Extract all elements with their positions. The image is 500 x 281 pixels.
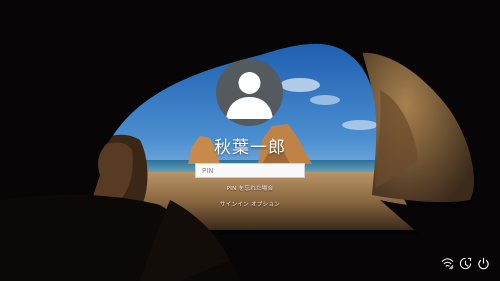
user-avatar <box>216 59 283 126</box>
ease-of-access-icon <box>459 257 471 269</box>
power-icon <box>477 257 489 269</box>
forgot-pin-link[interactable]: PIN を忘れた場合 <box>0 184 500 192</box>
network-button[interactable] <box>440 256 454 270</box>
user-name: 秋葉一郎 <box>214 138 286 158</box>
user-silhouette-icon <box>226 72 273 119</box>
network-icon <box>441 257 453 269</box>
power-button[interactable] <box>476 256 490 270</box>
ease-of-access-button[interactable] <box>458 256 472 270</box>
pin-input[interactable] <box>195 163 305 178</box>
lock-screen: 秋葉一郎 PIN を忘れた場合 サインイン オプション <box>0 0 500 281</box>
sign-in-options-link[interactable]: サインイン オプション <box>0 200 500 208</box>
